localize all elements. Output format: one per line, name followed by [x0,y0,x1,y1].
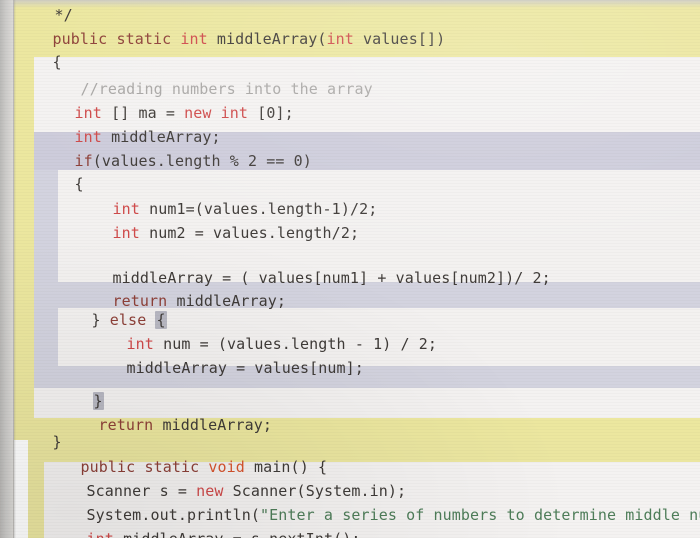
page-gutter-shadow [13,0,16,538]
token-int-return-type: int [180,30,208,48]
page-left-gutter [0,0,14,538]
code-line-assign-middle-odd[interactable]: middleArray = values[num]; [90,344,364,392]
token-return-final: return [98,416,154,434]
code-line-method-signature[interactable]: public static int middleArray(int values… [16,15,446,63]
token-int-param: int [326,30,354,48]
token-num2-expr: num2 = values.length/2; [139,224,360,242]
token-public-static: public static [52,30,172,48]
token-ma-tail: [0]; [248,104,294,122]
token-nextint-tail: middleArray = s.nextInt(); [114,530,361,538]
token-param-tail: values[]) [353,30,446,48]
code-line-return-final[interactable]: return middleArray; [62,401,272,449]
token-space-2 [208,30,217,48]
token-method-name: middleArray( [216,30,327,48]
token-if-cond: (values.length % 2 == 0) [92,152,312,170]
code-line-nextint[interactable]: int middleArray = s.nextInt(); [50,515,361,538]
code-editor-screenshot: */ public static int middleArray(int val… [0,0,700,538]
code-line-declare-num2[interactable]: int num2 = values.length/2; [76,209,359,257]
token-return-final-val: middleArray; [153,416,273,434]
token-int-nextint: int [87,530,114,538]
token-space-1 [171,30,180,48]
token-return-even-val: middleArray; [167,292,287,310]
token-assign-odd: middleArray = values[num]; [126,359,364,377]
token-int-array: int [220,104,249,122]
token-int-num2: int [112,224,140,242]
